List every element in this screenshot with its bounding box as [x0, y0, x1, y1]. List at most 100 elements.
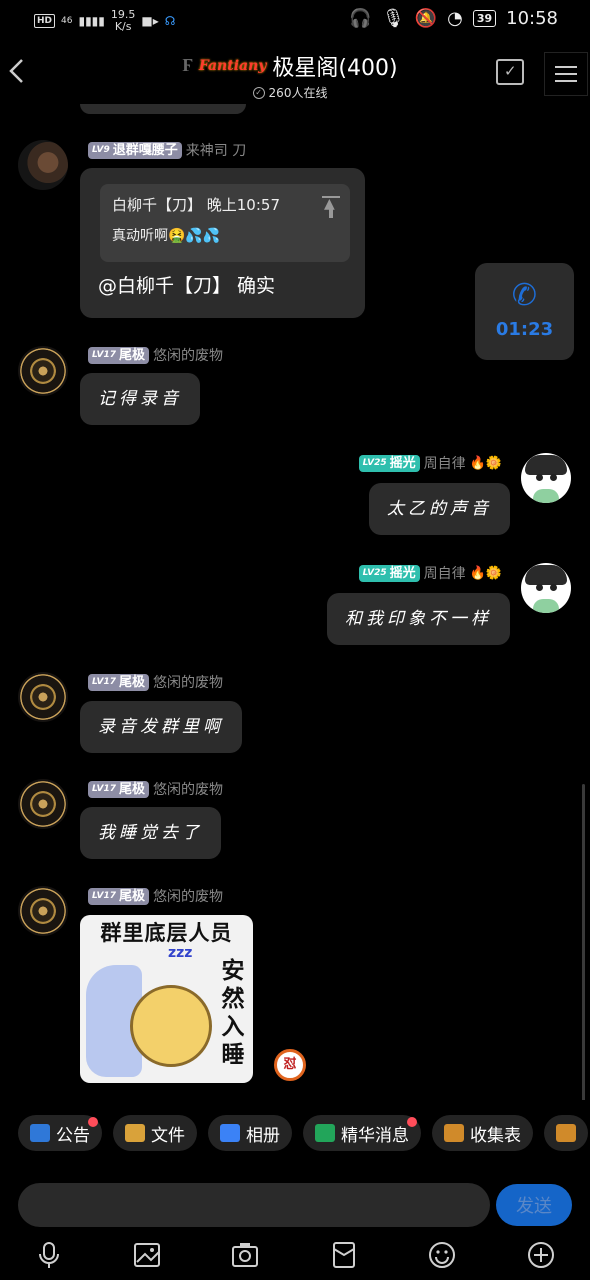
sticker-zzz: zzz	[168, 945, 193, 961]
avatar-eye	[536, 474, 543, 481]
video-app-icon	[556, 1124, 576, 1142]
signal-icon: ▮▮▮▮	[78, 14, 105, 28]
chip-label: 文件	[151, 1125, 185, 1146]
album-icon	[220, 1124, 240, 1142]
message-text: @白柳千【刀】 确实	[98, 275, 276, 297]
plus-circle-icon	[528, 1242, 554, 1268]
page-title: 极星阁(400)	[272, 56, 398, 81]
sticker-caption-top: 群里底层人员	[100, 921, 233, 945]
message-bubble[interactable]: 太乙的声音	[369, 483, 510, 535]
hd-indicator: HD	[34, 14, 56, 28]
back-button[interactable]	[6, 56, 34, 94]
voice-button[interactable]	[34, 1240, 64, 1270]
message-bubble[interactable]: 我睡觉去了	[80, 807, 221, 859]
emoji-icon	[429, 1242, 455, 1268]
level-badge: LV17 尾极	[88, 673, 150, 691]
avatar-eye	[550, 584, 557, 591]
folder-icon	[125, 1124, 145, 1142]
sender-name: 悠闲的废物	[153, 675, 224, 691]
level-badge: LV9 退群嘎腰子	[88, 141, 182, 159]
sender-name: 悠闲的废物	[153, 348, 224, 364]
camera-button[interactable]	[230, 1240, 260, 1270]
notice-icon	[30, 1124, 50, 1142]
emoji-button[interactable]	[427, 1240, 457, 1270]
form-icon	[444, 1124, 464, 1142]
sender-name: 周自律	[423, 456, 466, 472]
chip-label: 相册	[246, 1125, 280, 1146]
sender-line: LV9 退群嘎腰子 来神司 刀	[88, 140, 246, 160]
unread-dot	[407, 1117, 417, 1127]
menu-line	[555, 80, 577, 82]
avatar[interactable]	[18, 140, 68, 190]
sender-name: 悠闲的废物	[153, 889, 224, 905]
group-title-area[interactable]: 𝟊 Fantiany 极星阁(400) ✓ 260人在线	[150, 50, 430, 101]
chip-label: 公告	[56, 1125, 90, 1146]
camera-icon	[232, 1243, 258, 1267]
avatar[interactable]	[18, 886, 68, 936]
calendar-check-button[interactable]	[496, 59, 524, 85]
online-count: 260人在线	[268, 86, 328, 100]
sender-line: LV17 尾极 悠闲的废物	[88, 886, 223, 906]
network-speed: 19.5 K/s	[110, 8, 136, 33]
menu-button[interactable]	[544, 52, 588, 96]
unread-dot	[88, 1117, 98, 1127]
reaction-badge-icon[interactable]: 怼	[274, 1049, 306, 1081]
message-bubble[interactable]: 和我印象不一样	[327, 593, 510, 645]
microphone-icon	[39, 1242, 59, 1268]
message-bubble[interactable]: 录音发群里啊	[80, 701, 242, 753]
red-packet-icon	[333, 1242, 355, 1268]
sticker-face	[130, 985, 212, 1067]
video-icon: ■▸	[141, 14, 159, 28]
quote-header: 白柳千【刀】 晚上10:57	[112, 196, 280, 214]
sticker-image[interactable]: 群里底层人员 zzz 安然入睡	[80, 915, 253, 1083]
sender-line: LV17 尾极 悠闲的废物	[88, 779, 223, 799]
avatar[interactable]	[18, 346, 68, 396]
chip-form[interactable]: 收集表	[432, 1115, 533, 1151]
voice-call-bubble[interactable]: ✆ 01:23	[475, 263, 574, 360]
self-avatar[interactable]	[521, 453, 571, 503]
level-badge: LV17 尾极	[88, 887, 150, 905]
mic-status-icon: 🎙	[381, 8, 405, 29]
quoted-message[interactable]: 白柳千【刀】 晚上10:57 真动听啊🤮💦💦	[100, 184, 350, 262]
chip-files[interactable]: 文件	[113, 1115, 197, 1151]
image-button[interactable]	[132, 1240, 162, 1270]
mute-icon: 🔕	[414, 8, 438, 29]
menu-line	[555, 73, 577, 75]
sender-line: LV17 尾极 悠闲的废物	[88, 672, 223, 692]
red-packet-button[interactable]	[329, 1240, 359, 1270]
scrollbar[interactable]	[582, 784, 585, 1100]
more-button[interactable]	[526, 1240, 556, 1270]
chat-area[interactable]: LV9 退群嘎腰子 来神司 刀 @白柳千【刀】 确实 白柳千【刀】 晚上10:5…	[0, 104, 590, 1100]
sender-name: 周自律	[423, 566, 466, 582]
sticker-caption-side: 安然入睡	[221, 958, 245, 1068]
clock: 10:58	[506, 8, 558, 29]
chip-notice[interactable]: 公告	[18, 1115, 102, 1151]
feature-chip-bar[interactable]: 公告 文件 相册 精华消息 收集表	[18, 1115, 590, 1151]
sender-line: LV25 摇光 周自律 🔥🌼	[358, 453, 502, 473]
self-avatar[interactable]	[521, 563, 571, 613]
headset-app-icon: ☊	[164, 14, 176, 28]
message-bubble[interactable]: 记得录音	[80, 373, 200, 425]
chip-label: 精华消息	[341, 1125, 409, 1146]
call-duration: 01:23	[495, 319, 554, 340]
avatar-hair	[525, 455, 567, 475]
message-bubble[interactable]	[80, 104, 246, 114]
chip-essence[interactable]: 精华消息	[303, 1115, 421, 1151]
send-button[interactable]: 发送	[496, 1184, 572, 1226]
avatar[interactable]	[18, 779, 68, 829]
avatar[interactable]	[18, 672, 68, 722]
status-bar: HD 46 ▮▮▮▮ 19.5 K/s ■▸ ☊ 🎧 🎙 🔕 ◔ 39 10:5…	[0, 0, 590, 42]
medal-icons: 🔥🌼	[469, 455, 502, 471]
chip-label: 收集表	[470, 1125, 521, 1146]
chip-album[interactable]: 相册	[208, 1115, 292, 1151]
headphone-icon: 🎧	[349, 8, 372, 29]
avatar-hair	[525, 565, 567, 585]
image-icon	[134, 1243, 160, 1267]
chevron-left-icon	[9, 59, 23, 83]
chip-more[interactable]	[544, 1115, 588, 1151]
title-bar: 𝟊 Fantiany 极星阁(400) ✓ 260人在线	[0, 42, 590, 104]
network-type: 46	[61, 16, 73, 26]
battery-icon: 39	[472, 10, 497, 27]
message-input[interactable]	[18, 1183, 490, 1227]
level-badge: LV17 尾极	[88, 346, 150, 364]
